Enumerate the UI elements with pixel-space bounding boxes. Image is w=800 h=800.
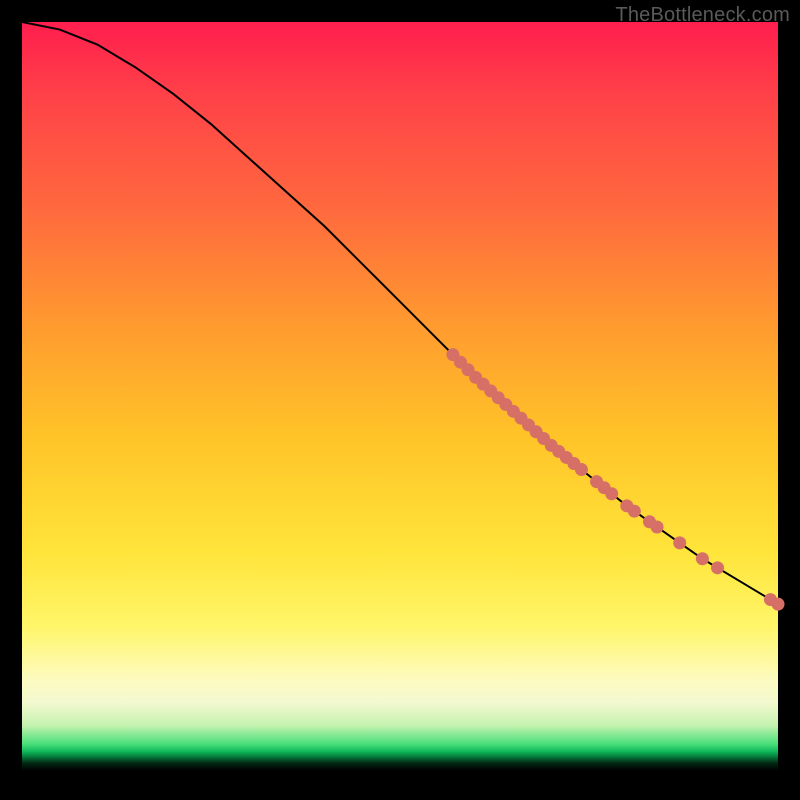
data-point — [711, 561, 724, 574]
data-point — [696, 552, 709, 565]
chart-svg — [22, 22, 778, 778]
data-point — [772, 598, 785, 611]
data-point — [605, 487, 618, 500]
chart-stage: TheBottleneck.com — [0, 0, 800, 800]
points-layer — [446, 348, 784, 610]
data-point — [651, 521, 664, 534]
data-point — [575, 463, 588, 476]
curve-layer — [22, 22, 778, 604]
data-point — [628, 505, 641, 518]
bottleneck-curve — [22, 22, 778, 604]
data-point — [673, 536, 686, 549]
